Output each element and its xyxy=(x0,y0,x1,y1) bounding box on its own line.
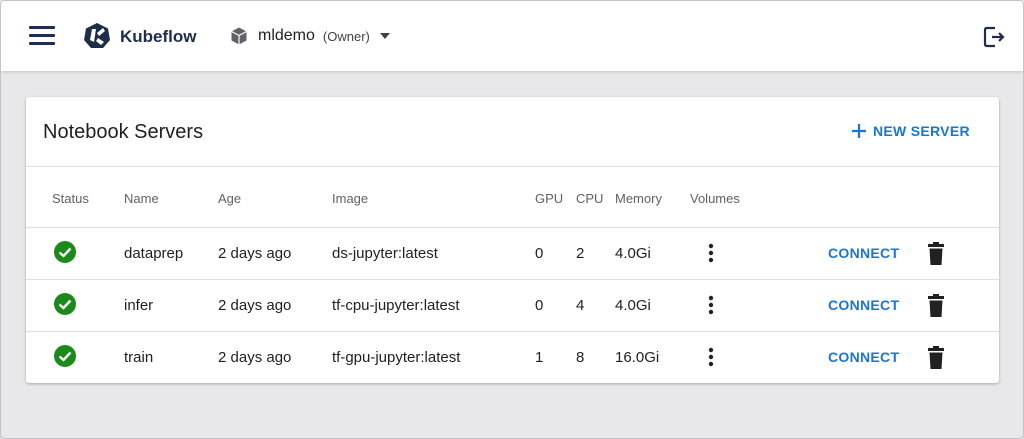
more-vertical-icon[interactable] xyxy=(701,241,721,265)
notebook-servers-card: Notebook Servers NEW SERVER Status Name … xyxy=(26,97,999,383)
chevron-down-icon xyxy=(379,33,390,39)
server-gpu: 0 xyxy=(535,297,544,314)
menu-button[interactable] xyxy=(29,26,55,46)
server-name: dataprep xyxy=(124,245,184,262)
hamburger-menu-icon xyxy=(29,26,55,29)
server-memory: 16.0Gi xyxy=(615,349,660,366)
plus-icon xyxy=(852,124,866,138)
server-cpu: 2 xyxy=(576,245,585,262)
column-header-name: Name xyxy=(124,191,159,206)
namespace-selector[interactable]: mldemo (Owner) xyxy=(229,24,390,48)
table-row: dataprep 2 days ago ds-jupyter:latest 0 … xyxy=(26,228,999,280)
server-name: train xyxy=(124,349,154,366)
trash-icon[interactable] xyxy=(924,293,948,319)
brand-name: Kubeflow xyxy=(120,27,197,46)
namespace-role: (Owner) xyxy=(322,28,370,44)
logout-icon[interactable] xyxy=(982,25,1006,49)
table-row: infer 2 days ago tf-cpu-jupyter:latest 0… xyxy=(26,280,999,332)
server-age: 2 days ago xyxy=(218,245,292,262)
menu-icon-bar xyxy=(29,42,55,45)
more-vertical-icon[interactable] xyxy=(701,293,721,317)
column-header-cpu: CPU xyxy=(576,191,604,206)
column-header-volumes: Volumes xyxy=(690,191,740,206)
server-cpu: 4 xyxy=(576,297,585,314)
more-vertical-icon[interactable] xyxy=(701,345,721,369)
namespace-name: mldemo xyxy=(258,27,315,44)
top-app-bar: Kubeflow mldemo (Owner) xyxy=(1,1,1023,71)
trash-icon[interactable] xyxy=(924,345,948,371)
server-image: tf-cpu-jupyter:latest xyxy=(332,297,460,314)
table-row: train 2 days ago tf-gpu-jupyter:latest 1… xyxy=(26,332,999,384)
check-circle-icon xyxy=(54,241,76,263)
app-window: Kubeflow mldemo (Owner) Notebook Servers… xyxy=(0,0,1024,439)
new-server-button[interactable]: NEW SERVER xyxy=(850,119,970,143)
server-age: 2 days ago xyxy=(218,349,292,366)
divider xyxy=(26,166,999,167)
column-header-image: Image xyxy=(332,191,369,206)
connect-button[interactable]: CONNECT xyxy=(828,349,899,365)
server-age: 2 days ago xyxy=(218,297,292,314)
server-name: infer xyxy=(124,297,154,314)
trash-icon[interactable] xyxy=(924,241,948,267)
column-header-memory: Memory xyxy=(615,191,662,206)
page-title: Notebook Servers xyxy=(43,121,204,143)
cube-icon xyxy=(231,27,247,45)
check-circle-icon xyxy=(54,293,76,315)
new-server-label: NEW SERVER xyxy=(873,123,970,139)
menu-icon-bar xyxy=(29,34,55,37)
column-header-gpu: GPU xyxy=(535,191,564,206)
kubeflow-logo-icon xyxy=(84,23,110,48)
server-cpu: 8 xyxy=(576,349,585,366)
connect-button[interactable]: CONNECT xyxy=(828,245,899,261)
column-header-status: Status xyxy=(52,191,89,206)
server-image: ds-jupyter:latest xyxy=(332,245,438,262)
column-header-age: Age xyxy=(218,191,242,206)
check-circle-icon xyxy=(54,345,76,367)
server-image: tf-gpu-jupyter:latest xyxy=(332,349,461,366)
server-memory: 4.0Gi xyxy=(615,245,651,262)
connect-button[interactable]: CONNECT xyxy=(828,297,899,313)
server-memory: 4.0Gi xyxy=(615,297,651,314)
server-gpu: 1 xyxy=(535,349,544,366)
server-gpu: 0 xyxy=(535,245,544,262)
